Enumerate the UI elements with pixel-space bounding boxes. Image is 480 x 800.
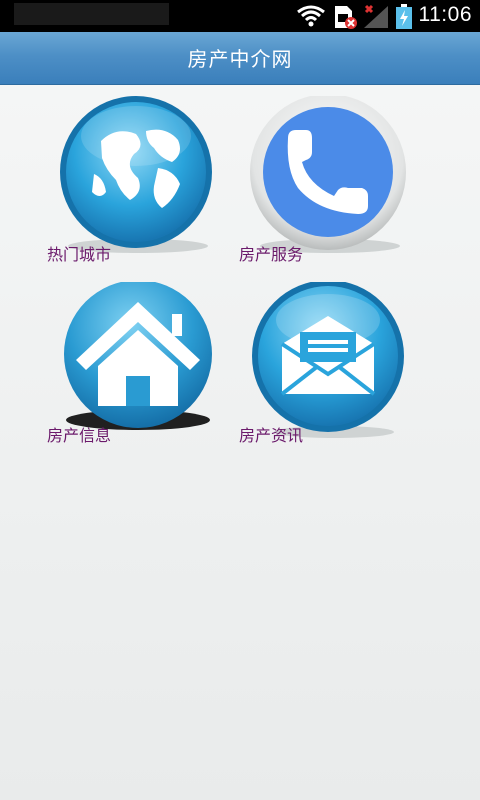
menu-item-label: 热门城市 xyxy=(47,245,112,264)
page-title: 房产中介网 xyxy=(187,47,293,71)
menu-item-label: 房产服务 xyxy=(239,245,304,264)
menu-item-hot-cities[interactable]: 热门城市 xyxy=(46,96,246,276)
menu-item-property-news[interactable]: 房产资讯 xyxy=(238,282,438,462)
menu-item-label: 房产资讯 xyxy=(239,426,304,445)
title-bar: 房产中介网 xyxy=(0,32,480,85)
wifi-icon xyxy=(297,5,325,27)
mail-icon xyxy=(252,282,404,438)
status-clock: 11:06 xyxy=(418,3,472,26)
menu-item-property-info[interactable]: 房产信息 xyxy=(46,282,246,462)
menu-item-label: 房产信息 xyxy=(47,426,112,445)
status-bar: 11:06 xyxy=(0,0,480,32)
battery-charging-icon xyxy=(396,4,412,29)
phone-icon xyxy=(250,96,406,253)
sim-card-icon xyxy=(335,6,357,29)
notification-area xyxy=(14,3,169,25)
house-icon xyxy=(64,282,212,430)
no-signal-icon xyxy=(364,4,388,28)
menu-item-property-services[interactable]: 房产服务 xyxy=(238,96,438,276)
globe-icon xyxy=(60,96,212,253)
